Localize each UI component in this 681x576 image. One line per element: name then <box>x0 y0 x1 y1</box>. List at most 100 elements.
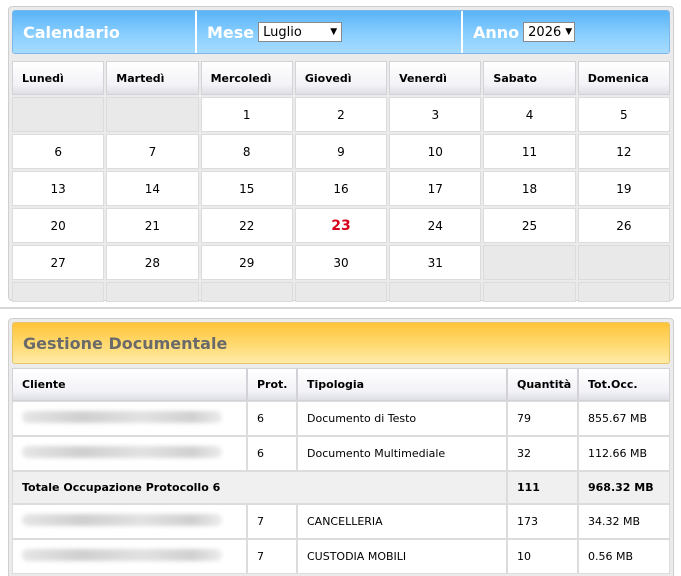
calendar-day-cell[interactable]: 8 <box>200 134 293 169</box>
calendar-empty-cell <box>483 245 576 280</box>
size-cell: 0.56 MB <box>578 539 670 574</box>
table-row: 6 Documento di Testo 79 855.67 MB <box>12 401 670 436</box>
type-cell: Documento di Testo <box>297 401 507 436</box>
day-name-header: Venerdì <box>389 61 482 95</box>
chevron-down-icon: ▼ <box>565 27 573 37</box>
calendar-day-cell[interactable]: 30 <box>294 245 388 280</box>
calendar-day-cell[interactable]: 1 <box>200 97 293 132</box>
calendar-day-cell[interactable]: 9 <box>294 134 388 169</box>
calendar-day-cell[interactable]: 19 <box>577 171 670 206</box>
quantity-cell: 32 <box>507 436 578 471</box>
documents-panel: Gestione Documentale Cliente Prot. Tipolog… <box>8 318 674 576</box>
calendar-grid: Lunedì Martedì Mercoledì Giovedì Venerdì Saba… <box>12 61 670 302</box>
calendar-empty-cell <box>12 282 105 302</box>
column-header: Quantità <box>507 368 578 401</box>
client-cell-redacted <box>12 436 247 471</box>
calendar-empty-cell <box>12 97 105 132</box>
day-name-header: Sabato <box>483 61 576 95</box>
calendar-day-cell[interactable]: 26 <box>577 208 670 243</box>
calendar-panel: Calendario Mese Luglio ▼ Anno 2026 ▼ Lun… <box>8 6 674 302</box>
year-picker: Anno 2026 ▼ <box>463 11 669 53</box>
month-picker: Mese Luglio ▼ <box>197 11 463 53</box>
total-label: Totale Occupazione Protocollo 6 <box>12 471 507 504</box>
year-label: Anno <box>473 22 520 42</box>
calendar-day-cell[interactable]: 6 <box>12 134 105 169</box>
column-header: Tot.Occ. <box>578 368 670 401</box>
type-cell: Documento Multimediale <box>297 436 507 471</box>
calendar-header: Calendario Mese Luglio ▼ Anno 2026 ▼ <box>12 10 670 54</box>
day-name-header: Martedì <box>106 61 199 95</box>
calendar-day-cell[interactable]: 13 <box>12 171 105 206</box>
calendar-day-cell[interactable]: 23 <box>294 208 388 243</box>
day-name-header: Domenica <box>577 61 670 95</box>
calendar-empty-cell <box>483 282 576 302</box>
client-cell-redacted <box>12 539 247 574</box>
calendar-empty-cell <box>294 282 388 302</box>
calendar-day-cell[interactable]: 4 <box>483 97 576 132</box>
calendar-day-cell[interactable]: 7 <box>106 134 199 169</box>
calendar-day-cell[interactable]: 29 <box>200 245 293 280</box>
client-cell-redacted <box>12 504 247 539</box>
calendar-day-cell[interactable]: 17 <box>389 171 482 206</box>
calendar-day-cell[interactable]: 28 <box>106 245 199 280</box>
calendar-title: Calendario <box>13 11 197 53</box>
calendar-day-cell[interactable]: 2 <box>294 97 388 132</box>
total-row: Totale Occupazione Protocollo 6 111 968.32… <box>12 471 670 504</box>
calendar-empty-cell <box>577 245 670 280</box>
table-header-row: Cliente Prot. Tipologia Quantità Tot.Occ. <box>12 368 670 401</box>
calendar-empty-cell <box>389 282 482 302</box>
year-select-value: 2026 <box>528 24 562 40</box>
redacted-text <box>22 549 222 561</box>
calendar-day-cell[interactable]: 15 <box>200 171 293 206</box>
documents-table: Cliente Prot. Tipologia Quantità Tot.Occ. 6D… <box>12 368 670 574</box>
column-header: Tipologia <box>297 368 507 401</box>
calendar-day-cell[interactable]: 10 <box>389 134 482 169</box>
day-name-header: Lunedì <box>12 61 105 95</box>
protocol-cell: 6 <box>247 436 297 471</box>
calendar-day-cell[interactable]: 14 <box>106 171 199 206</box>
calendar-day-cell[interactable]: 20 <box>12 208 105 243</box>
calendar-day-cell[interactable]: 11 <box>483 134 576 169</box>
month-select[interactable]: Luglio ▼ <box>258 22 343 42</box>
calendar-day-cell[interactable]: 27 <box>12 245 105 280</box>
day-name-header: Giovedì <box>294 61 388 95</box>
calendar-day-cell[interactable]: 22 <box>200 208 293 243</box>
size-cell: 112.66 MB <box>578 436 670 471</box>
chevron-down-icon: ▼ <box>330 27 338 37</box>
month-select-value: Luglio <box>263 24 302 40</box>
calendar-day-cell[interactable]: 25 <box>483 208 576 243</box>
quantity-cell: 79 <box>507 401 578 436</box>
calendar-empty-cell <box>106 97 199 132</box>
table-row: 6 Documento Multimediale 32 112.66 MB <box>12 436 670 471</box>
size-cell: 855.67 MB <box>578 401 670 436</box>
column-header: Cliente <box>12 368 247 401</box>
calendar-day-cell[interactable]: 3 <box>389 97 482 132</box>
calendar-day-cell[interactable]: 31 <box>389 245 482 280</box>
month-label: Mese <box>207 22 255 42</box>
calendar-day-cell[interactable]: 24 <box>389 208 482 243</box>
type-cell: CUSTODIA MOBILI <box>297 539 507 574</box>
calendar-day-cell[interactable]: 21 <box>106 208 199 243</box>
redacted-text <box>22 411 222 423</box>
redacted-text <box>22 514 222 526</box>
calendar-empty-cell <box>106 282 199 302</box>
redacted-text <box>22 446 222 458</box>
calendar-day-cell[interactable]: 12 <box>577 134 670 169</box>
calendar-day-cell[interactable]: 16 <box>294 171 388 206</box>
calendar-day-cell[interactable]: 18 <box>483 171 576 206</box>
section-divider <box>0 307 681 309</box>
size-cell: 34.32 MB <box>578 504 670 539</box>
total-quantity: 111 <box>507 471 578 504</box>
year-select[interactable]: 2026 ▼ <box>523 22 576 42</box>
quantity-cell: 173 <box>507 504 578 539</box>
column-header: Prot. <box>247 368 297 401</box>
calendar-empty-cell <box>200 282 293 302</box>
protocol-cell: 7 <box>247 504 297 539</box>
calendar-day-cell[interactable]: 5 <box>577 97 670 132</box>
documents-title: Gestione Documentale <box>12 322 670 364</box>
day-name-header: Mercoledì <box>200 61 293 95</box>
type-cell: CANCELLERIA <box>297 504 507 539</box>
protocol-cell: 6 <box>247 401 297 436</box>
protocol-cell: 7 <box>247 539 297 574</box>
quantity-cell: 10 <box>507 539 578 574</box>
